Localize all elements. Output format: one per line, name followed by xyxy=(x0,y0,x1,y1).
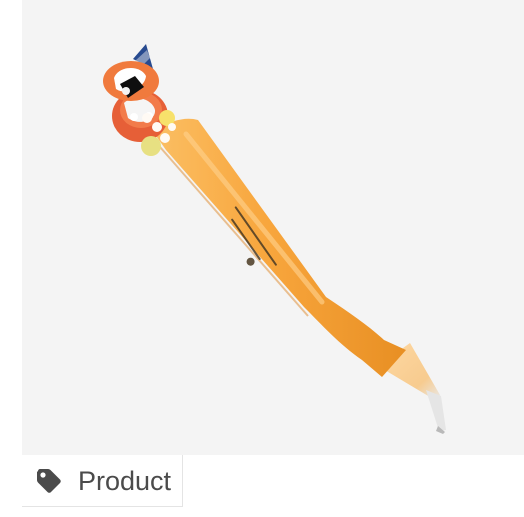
product-badge[interactable]: Product xyxy=(22,455,183,507)
product-card: Product xyxy=(0,0,524,517)
product-image[interactable] xyxy=(22,0,524,455)
product-image-frame[interactable] xyxy=(22,0,524,455)
badge-label: Product xyxy=(78,466,172,496)
tag-icon xyxy=(37,469,61,493)
